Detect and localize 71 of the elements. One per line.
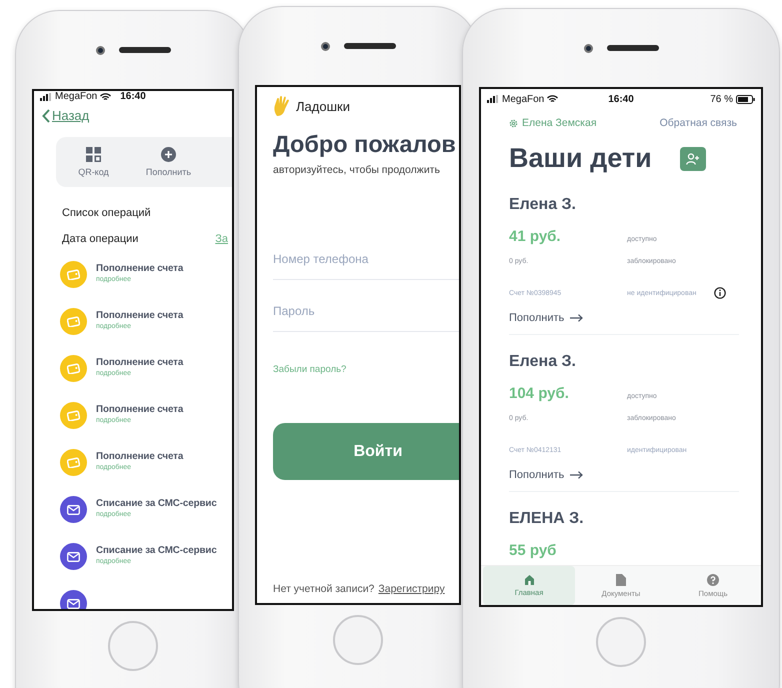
speaker-grille (606, 45, 658, 51)
no-account-text: Нет учетной записи? (273, 583, 374, 595)
signal-icon (40, 92, 52, 100)
action-button[interactable]: Пополнить (131, 147, 206, 177)
feedback-link[interactable]: Обратная связь (660, 117, 737, 129)
envelope-icon (67, 552, 80, 562)
section-title: Список операций (62, 207, 152, 219)
battery-percent: 76 % (710, 94, 734, 104)
balance-amount: 104 руб. (509, 385, 570, 404)
action-button[interactable]: QR-код (56, 147, 131, 177)
child-name: Елена З. (509, 353, 577, 371)
grid-icon (86, 147, 101, 162)
profile-link[interactable]: Елена Земская (509, 117, 597, 129)
top-up-link[interactable]: Пополнить (509, 312, 739, 324)
arrow-right-icon (570, 314, 584, 322)
signal-icon (487, 95, 499, 103)
envelope-icon (67, 598, 80, 608)
home-button[interactable] (108, 621, 158, 671)
period-link[interactable]: За (215, 233, 228, 245)
wallet-icon (67, 363, 80, 374)
welcome-title: Добро пожалов (273, 131, 457, 158)
plus-icon (161, 147, 176, 162)
page-title: Ваши дети (509, 143, 652, 174)
arrow-right-icon (570, 471, 584, 479)
balance-amount: 55 руб (509, 542, 558, 561)
date-label: Дата операции (62, 233, 138, 245)
wifi-icon (100, 92, 112, 100)
help-icon (707, 574, 719, 586)
welcome-subtitle: авторизуйтесь, чтобы продолжить (273, 164, 441, 176)
speaker-grille (344, 43, 396, 49)
login-button[interactable]: Войти (273, 423, 459, 480)
document-icon (616, 574, 626, 586)
wallet-icon (67, 457, 80, 468)
child-name: Елена З. (509, 196, 577, 214)
wallet-icon (67, 316, 80, 327)
add-child-button[interactable] (680, 146, 706, 170)
hand-icon (273, 95, 291, 117)
operation-title: Пополнение счета (96, 357, 184, 368)
battery-icon (736, 94, 756, 104)
info-icon[interactable] (714, 287, 726, 299)
wifi-icon (547, 95, 558, 103)
envelope-icon (67, 504, 80, 514)
forgot-password-link[interactable]: Забыли пароль? (273, 364, 459, 375)
operation-title: Пополнение счета (96, 263, 184, 274)
chevron-left-icon (42, 108, 50, 122)
wallet-icon (67, 269, 80, 280)
back-link[interactable]: Назад (42, 108, 90, 123)
register-link[interactable]: Зарегистриру (378, 583, 445, 595)
status-time: 16:40 (120, 91, 146, 102)
camera-dot (320, 42, 330, 50)
settings-icon (509, 118, 518, 128)
balance-amount: 41 руб. (509, 228, 562, 247)
child-name: ЕЛЕНА З. (509, 510, 585, 528)
home-icon (524, 574, 534, 585)
carrier-name: MegaFon (55, 91, 98, 102)
status-time: 16:40 (608, 94, 634, 104)
operation-title: Пополнение счета (96, 451, 184, 462)
operation-title: Списание за СМС-сервис (96, 498, 217, 509)
camera-dot (96, 46, 104, 54)
add-user-icon (686, 152, 700, 164)
operation-title: Пополнение счета (96, 310, 184, 321)
operation-title: Списание за СМС-сервис (96, 545, 217, 556)
top-up-link[interactable]: Пополнить (509, 469, 739, 481)
operation-title: Пополнение счета (96, 404, 184, 415)
carrier-name: MegaFon (502, 94, 544, 104)
speaker-grille (118, 47, 170, 53)
wallet-icon (67, 410, 80, 421)
logo-text: Ладошки (296, 98, 350, 114)
camera-dot (584, 44, 592, 52)
home-button[interactable] (333, 615, 383, 665)
home-button[interactable] (596, 617, 646, 667)
